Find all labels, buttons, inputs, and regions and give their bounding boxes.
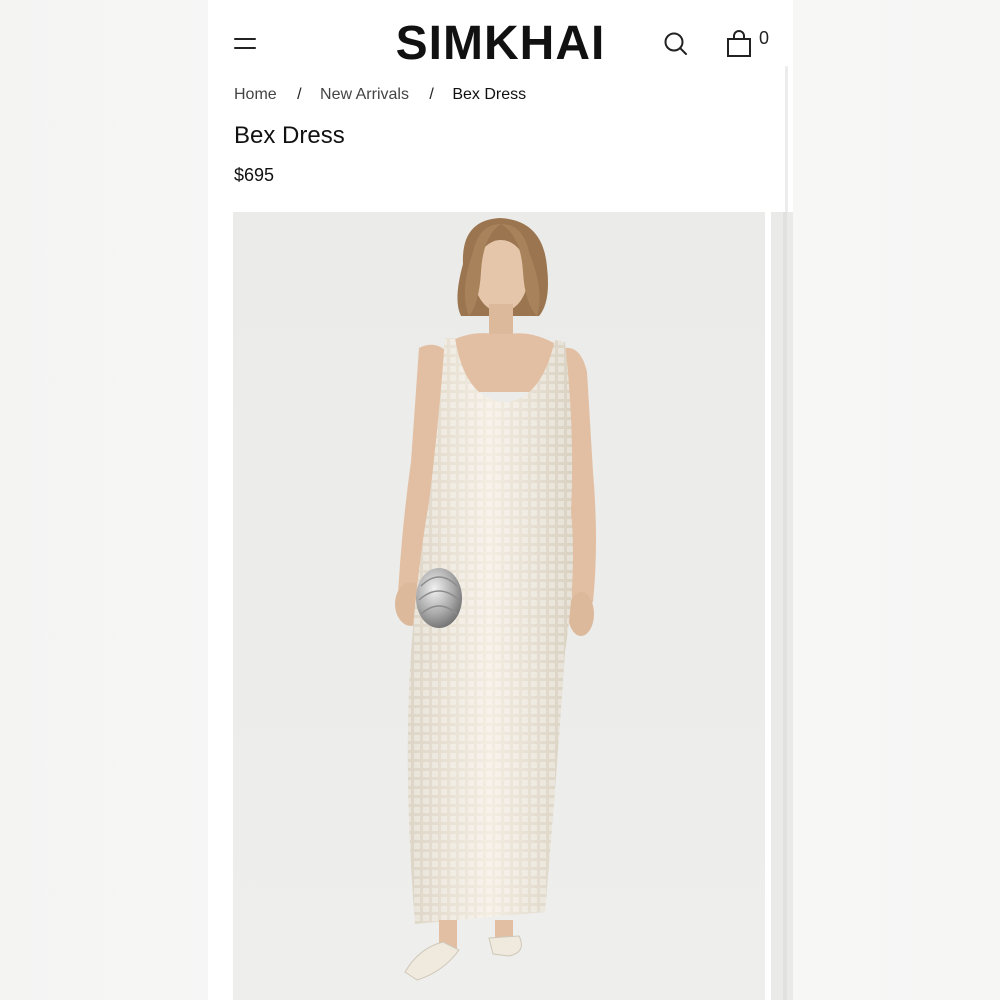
shopping-bag-icon [727, 30, 751, 57]
product-image-next-peek[interactable] [771, 212, 793, 1000]
mobile-viewport: SIMKHAI 0 Home / New Arrivals / Bex Dres… [208, 0, 793, 1000]
breadcrumb-current-page: Bex Dress [452, 86, 527, 103]
model-in-sequin-dress-illustration [395, 218, 596, 981]
breadcrumb-separator: / [297, 86, 302, 103]
breadcrumb-home-link[interactable]: Home [234, 85, 277, 105]
cart-button[interactable] [725, 29, 753, 59]
image-carousel-edge [783, 212, 787, 1000]
menu-button[interactable] [234, 34, 260, 54]
brand-logo[interactable]: SIMKHAI [358, 16, 643, 72]
breadcrumb-new-arrivals-link[interactable]: New Arrivals [320, 85, 409, 105]
search-icon [664, 32, 687, 55]
search-button[interactable] [663, 31, 689, 57]
product-image-main[interactable] [233, 212, 765, 1000]
breadcrumb-separator: / [429, 86, 434, 103]
site-header: SIMKHAI 0 [208, 0, 793, 80]
product-price: $695 [234, 165, 275, 185]
product-title: Bex Dress [234, 122, 345, 149]
breadcrumb: Home / New Arrivals / Bex Dress [234, 85, 526, 105]
cart-count-badge: 0 [759, 28, 770, 48]
